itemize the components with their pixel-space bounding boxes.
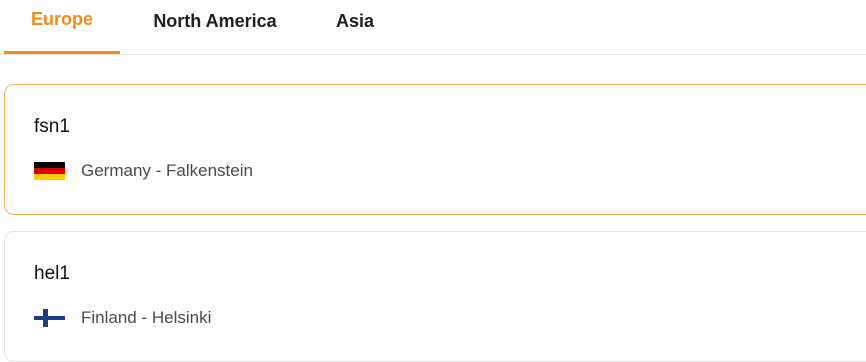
finland-flag-icon (34, 309, 65, 327)
tab-europe[interactable]: Europe (4, 0, 120, 54)
location-code: fsn1 (34, 116, 70, 137)
location-detail: Germany - Falkenstein (34, 161, 253, 181)
tab-asia[interactable]: Asia (326, 0, 384, 54)
region-tabs: Europe North America Asia (0, 0, 866, 55)
location-code: hel1 (34, 263, 70, 284)
location-name: Finland - Helsinki (81, 308, 212, 327)
location-card-hel1[interactable]: hel1 Finland - Helsinki (4, 231, 866, 362)
germany-flag-icon (34, 162, 65, 180)
location-name: Germany - Falkenstein (81, 161, 253, 180)
tab-north-america[interactable]: North America (142, 0, 288, 54)
location-detail: Finland - Helsinki (34, 308, 211, 328)
location-card-fsn1[interactable]: fsn1 Germany - Falkenstein (4, 84, 866, 215)
